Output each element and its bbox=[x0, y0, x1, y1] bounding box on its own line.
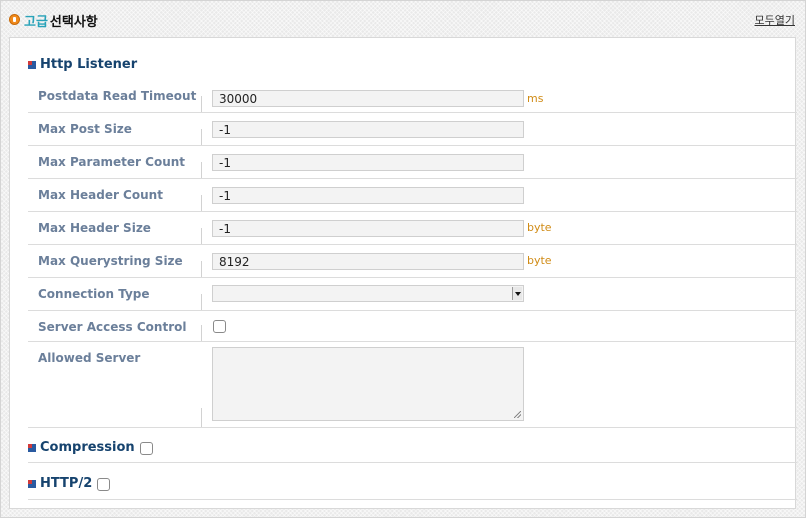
postdata-read-timeout-label: Postdata Read Timeout bbox=[38, 89, 197, 103]
title-main: 선택사항 bbox=[49, 14, 98, 30]
allowed-server-textarea[interactable] bbox=[212, 347, 524, 421]
http2-title-text: HTTP/2 bbox=[40, 476, 93, 491]
row-divider bbox=[201, 129, 202, 145]
row-server-access-control: Server Access Control bbox=[28, 311, 797, 342]
http2-checkbox[interactable] bbox=[97, 478, 111, 491]
section-bullet-icon bbox=[28, 443, 36, 452]
server-access-control-checkbox[interactable] bbox=[213, 320, 226, 333]
connection-type-label: Connection Type bbox=[38, 287, 150, 301]
max-post-size-label: Max Post Size bbox=[38, 122, 132, 136]
max-header-count-input[interactable] bbox=[212, 187, 524, 204]
compression-title-text: Compression bbox=[40, 440, 135, 455]
row-max-parameter-count: Max Parameter Count bbox=[28, 146, 797, 179]
row-allowed-server: Allowed Server bbox=[28, 342, 797, 428]
row-max-post-size: Max Post Size bbox=[28, 113, 797, 146]
max-post-size-input[interactable] bbox=[212, 121, 524, 138]
row-divider bbox=[201, 325, 202, 341]
options-panel: Http Listener Postdata Read Timeout ms M… bbox=[9, 37, 797, 509]
lightbulb-icon bbox=[9, 13, 20, 27]
title-bar: 고급 선택사항 모두열기 bbox=[1, 1, 805, 37]
compression-checkbox[interactable] bbox=[139, 442, 153, 455]
row-divider bbox=[201, 195, 202, 211]
expand-all-link[interactable]: 모두열기 bbox=[755, 12, 795, 28]
max-header-size-unit: byte bbox=[527, 221, 552, 234]
http2-section-title: HTTP/2 bbox=[28, 476, 111, 491]
max-header-size-label: Max Header Size bbox=[38, 221, 151, 235]
row-divider bbox=[201, 96, 202, 112]
section-separator bbox=[28, 499, 797, 500]
http-listener-title-text: Http Listener bbox=[40, 57, 138, 72]
row-divider bbox=[201, 261, 202, 277]
max-parameter-count-input[interactable] bbox=[212, 154, 524, 171]
section-heading: 고급 선택사항 bbox=[9, 11, 98, 30]
chevron-down-icon[interactable] bbox=[512, 287, 522, 300]
section-bullet-icon bbox=[28, 60, 36, 69]
allowed-server-label: Allowed Server bbox=[38, 351, 141, 365]
max-querystring-size-label: Max Querystring Size bbox=[38, 254, 183, 268]
options-window: 고급 선택사항 모두열기 Http Listener Postdata Read… bbox=[0, 0, 806, 518]
row-divider bbox=[201, 228, 202, 244]
http-listener-section-title: Http Listener bbox=[28, 57, 137, 72]
postdata-read-timeout-unit: ms bbox=[527, 92, 544, 105]
title-accent: 고급 bbox=[24, 14, 48, 30]
row-max-header-size: Max Header Size byte bbox=[28, 212, 797, 245]
row-connection-type: Connection Type bbox=[28, 278, 797, 311]
resize-grip-icon[interactable] bbox=[514, 411, 521, 418]
row-max-header-count: Max Header Count bbox=[28, 179, 797, 212]
row-max-querystring-size: Max Querystring Size byte bbox=[28, 245, 797, 278]
section-separator bbox=[28, 462, 797, 463]
postdata-read-timeout-input[interactable] bbox=[212, 90, 524, 107]
max-querystring-size-input[interactable] bbox=[212, 253, 524, 270]
max-header-count-label: Max Header Count bbox=[38, 188, 163, 202]
max-querystring-size-unit: byte bbox=[527, 254, 552, 267]
server-access-control-label: Server Access Control bbox=[38, 320, 187, 334]
compression-section-title: Compression bbox=[28, 440, 153, 455]
row-postdata-read-timeout: Postdata Read Timeout ms bbox=[28, 80, 797, 113]
connection-type-select[interactable] bbox=[212, 285, 524, 302]
max-parameter-count-label: Max Parameter Count bbox=[38, 155, 186, 169]
row-divider bbox=[201, 162, 202, 178]
row-divider bbox=[201, 408, 202, 427]
max-header-size-input[interactable] bbox=[212, 220, 524, 237]
row-divider bbox=[201, 294, 202, 310]
section-bullet-icon bbox=[28, 479, 36, 488]
